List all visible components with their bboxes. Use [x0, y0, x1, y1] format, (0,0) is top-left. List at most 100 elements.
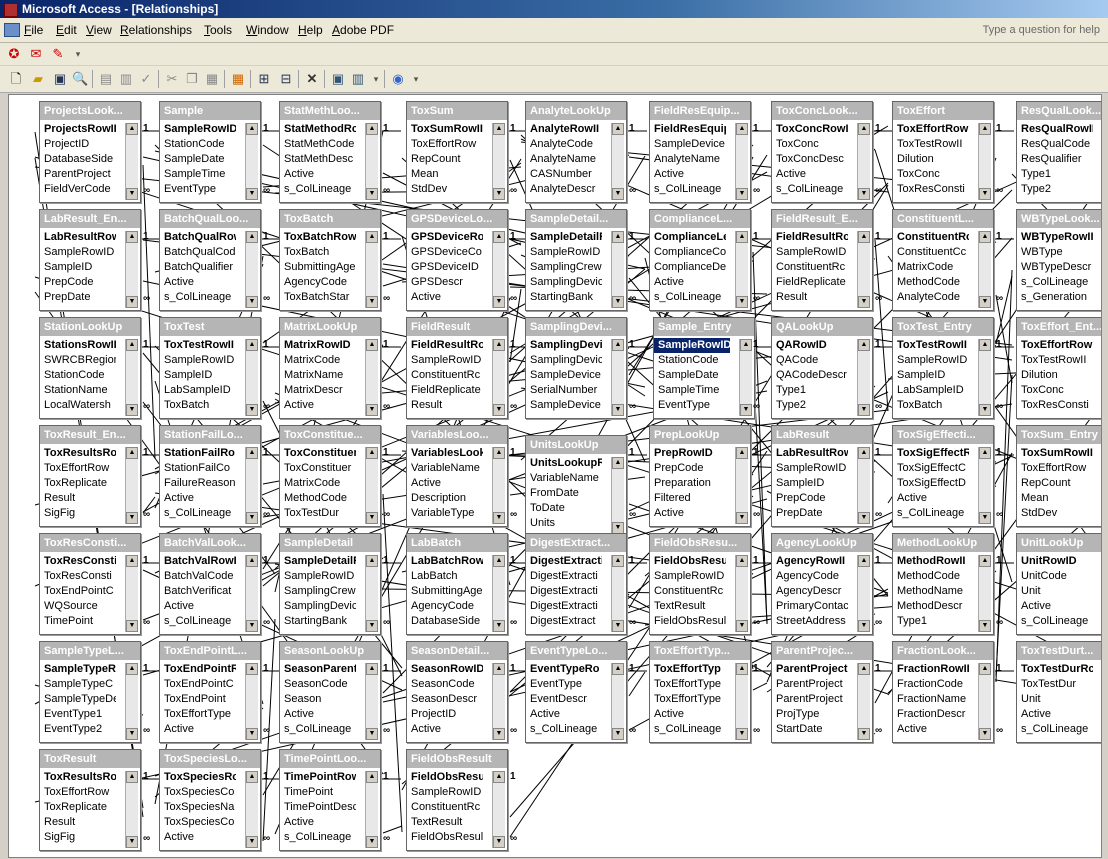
table-toxeffort[interactable]: ToxEffort ToxEffortRow ToxTestRowII Dilutio…: [892, 101, 994, 203]
field[interactable]: ToxResConsti: [40, 569, 116, 584]
scroll-down-icon[interactable]: ▼: [126, 620, 138, 632]
field[interactable]: SampleRowID: [650, 569, 726, 584]
menu-relationships[interactable]: Relationships: [120, 23, 192, 37]
scroll-up-icon[interactable]: ▲: [612, 457, 624, 469]
primary-key-field[interactable]: SampleRowID: [160, 122, 236, 137]
field[interactable]: AnalyteDescr: [526, 182, 602, 197]
table-title[interactable]: Sample_Entry: [654, 318, 754, 336]
table-fieldresult-e[interactable]: FieldResult_E... FieldResultRo SampleRowID…: [771, 209, 873, 311]
scroll-up-icon[interactable]: ▲: [858, 663, 870, 675]
scroll-up-icon[interactable]: ▲: [493, 555, 505, 567]
show-all-icon[interactable]: ⊟: [278, 71, 294, 87]
field[interactable]: StartingBank: [526, 290, 602, 305]
field[interactable]: Dilution: [1017, 368, 1093, 383]
scroll-up-icon[interactable]: ▲: [126, 123, 138, 135]
table-title[interactable]: FieldResult: [407, 318, 507, 336]
scroll-down-icon[interactable]: ▼: [612, 404, 624, 416]
table-title[interactable]: SeasonLookUp: [280, 642, 380, 660]
scroll-up-icon[interactable]: ▲: [979, 555, 991, 567]
field[interactable]: ToxResConsti: [893, 182, 969, 197]
field[interactable]: ToxEndPointC: [160, 677, 236, 692]
primary-key-field[interactable]: DigestExtracti: [526, 554, 602, 569]
scroll-down-icon[interactable]: ▼: [366, 404, 378, 416]
primary-key-field[interactable]: ToxResultsRo: [40, 446, 116, 461]
field[interactable]: Result: [407, 398, 483, 413]
table-title[interactable]: LabResult: [772, 426, 872, 444]
field-list-scrollbar[interactable]: ▲ ▼: [978, 231, 991, 308]
table-toxtest-entry[interactable]: ToxTest_Entry ToxTestRowII SampleRowID Samp…: [892, 317, 994, 419]
scroll-down-icon[interactable]: ▼: [612, 728, 624, 740]
field[interactable]: ToxTestDur: [280, 506, 356, 521]
table-matrixlookup[interactable]: MatrixLookUp MatrixRowID MatrixCode MatrixN…: [279, 317, 381, 419]
field-list-scrollbar[interactable]: ▲ ▼: [611, 457, 624, 534]
toolbar-options-icon[interactable]: ▾: [70, 46, 86, 62]
table-stationlookup[interactable]: StationLookUp StationsRowII SWRCBRegion Sta…: [39, 317, 141, 419]
primary-key-field[interactable]: EventTypeRo: [526, 662, 602, 677]
field-list-scrollbar[interactable]: ▲ ▼: [735, 123, 748, 200]
table-title[interactable]: FieldObsResu...: [650, 534, 750, 552]
primary-key-field[interactable]: ToxEffortTyp: [650, 662, 726, 677]
field[interactable]: ToxEndPoint: [160, 692, 236, 707]
primary-key-field[interactable]: WBTypeRowII: [1017, 230, 1093, 245]
field[interactable]: ToxBatch: [280, 245, 356, 260]
field-list-scrollbar[interactable]: ▲ ▼: [739, 339, 752, 416]
field[interactable]: ToxConc: [772, 137, 848, 152]
field[interactable]: SubmittingAge: [407, 584, 483, 599]
table-toxefforttyp[interactable]: ToxEffortTyp... ToxEffortTyp ToxEffortType…: [649, 641, 751, 743]
scroll-up-icon[interactable]: ▲: [493, 123, 505, 135]
primary-key-field[interactable]: FieldObsResul: [650, 554, 726, 569]
scroll-up-icon[interactable]: ▲: [858, 447, 870, 459]
scroll-up-icon[interactable]: ▲: [736, 663, 748, 675]
primary-key-field[interactable]: StationFailRo: [160, 446, 236, 461]
paste-icon[interactable]: ▦: [204, 71, 220, 87]
field-list-scrollbar[interactable]: ▲ ▼: [365, 231, 378, 308]
field[interactable]: SampleID: [893, 368, 969, 383]
field[interactable]: EventType: [160, 182, 236, 197]
table-toxsigeffecti[interactable]: ToxSigEffecti... ToxSigEffectR ToxSigEffec…: [892, 425, 994, 527]
scroll-down-icon[interactable]: ▼: [126, 296, 138, 308]
field[interactable]: ProjectID: [407, 707, 483, 722]
field[interactable]: s_ColLineage: [280, 722, 356, 737]
field[interactable]: MatrixCode: [280, 476, 356, 491]
field[interactable]: Active: [526, 707, 602, 722]
field[interactable]: Active: [650, 275, 726, 290]
table-title[interactable]: DigestExtract...: [526, 534, 626, 552]
table-toxsum-entry[interactable]: ToxSum_Entry ToxSumRowII ToxEffortRow RepCo…: [1016, 425, 1101, 527]
scroll-down-icon[interactable]: ▼: [858, 404, 870, 416]
table-title[interactable]: SampleDetail: [280, 534, 380, 552]
table-title[interactable]: ToxConstitue...: [280, 426, 380, 444]
field[interactable]: EventType: [526, 677, 602, 692]
field-list-scrollbar[interactable]: ▲ ▼: [611, 231, 624, 308]
primary-key-field[interactable]: LabBatchRow: [407, 554, 483, 569]
scroll-down-icon[interactable]: ▼: [493, 404, 505, 416]
field[interactable]: ConstituentRc: [650, 584, 726, 599]
primary-key-field[interactable]: UnitsLookupR: [526, 456, 602, 471]
scroll-down-icon[interactable]: ▼: [858, 620, 870, 632]
field[interactable]: FieldObsResul: [650, 614, 726, 629]
table-title[interactable]: ToxSum: [407, 102, 507, 120]
field[interactable]: MethodCode: [280, 491, 356, 506]
field[interactable]: StatMethDesc: [280, 152, 356, 167]
field[interactable]: s_ColLineage: [772, 182, 848, 197]
primary-key-field[interactable]: MethodRowII: [893, 554, 969, 569]
field[interactable]: MethodDescr: [893, 599, 969, 614]
field[interactable]: MethodCode: [893, 569, 969, 584]
table-sampledetail[interactable]: SampleDetail... SampleDetailR SampleRowID S…: [525, 209, 627, 311]
table-toxtest[interactable]: ToxTest ToxTestRowII SampleRowID SampleID La…: [159, 317, 261, 419]
table-title[interactable]: ToxSigEffecti...: [893, 426, 993, 444]
field[interactable]: StdDev: [1017, 506, 1093, 521]
table-title[interactable]: FieldResult_E...: [772, 210, 872, 228]
toolbar-options2-icon[interactable]: ▾: [408, 71, 424, 87]
table-resquallook[interactable]: ResQualLook... ResQualRowII ResQualCode Res…: [1016, 101, 1101, 203]
table-preplookup[interactable]: PrepLookUp PrepRowID PrepCode Preparation Fi…: [649, 425, 751, 527]
field[interactable]: LocalWatersh: [40, 398, 116, 413]
field[interactable]: MatrixCode: [280, 353, 356, 368]
scroll-up-icon[interactable]: ▲: [246, 447, 258, 459]
field-list-scrollbar[interactable]: ▲ ▼: [611, 555, 624, 632]
field[interactable]: ParentProject: [40, 167, 116, 182]
scroll-down-icon[interactable]: ▼: [736, 512, 748, 524]
table-title[interactable]: SamplingDevi...: [526, 318, 626, 336]
table-sample[interactable]: Sample SampleRowID StationCode SampleDate Sa…: [159, 101, 261, 203]
field[interactable]: LabSampleID: [893, 383, 969, 398]
scroll-up-icon[interactable]: ▲: [366, 663, 378, 675]
